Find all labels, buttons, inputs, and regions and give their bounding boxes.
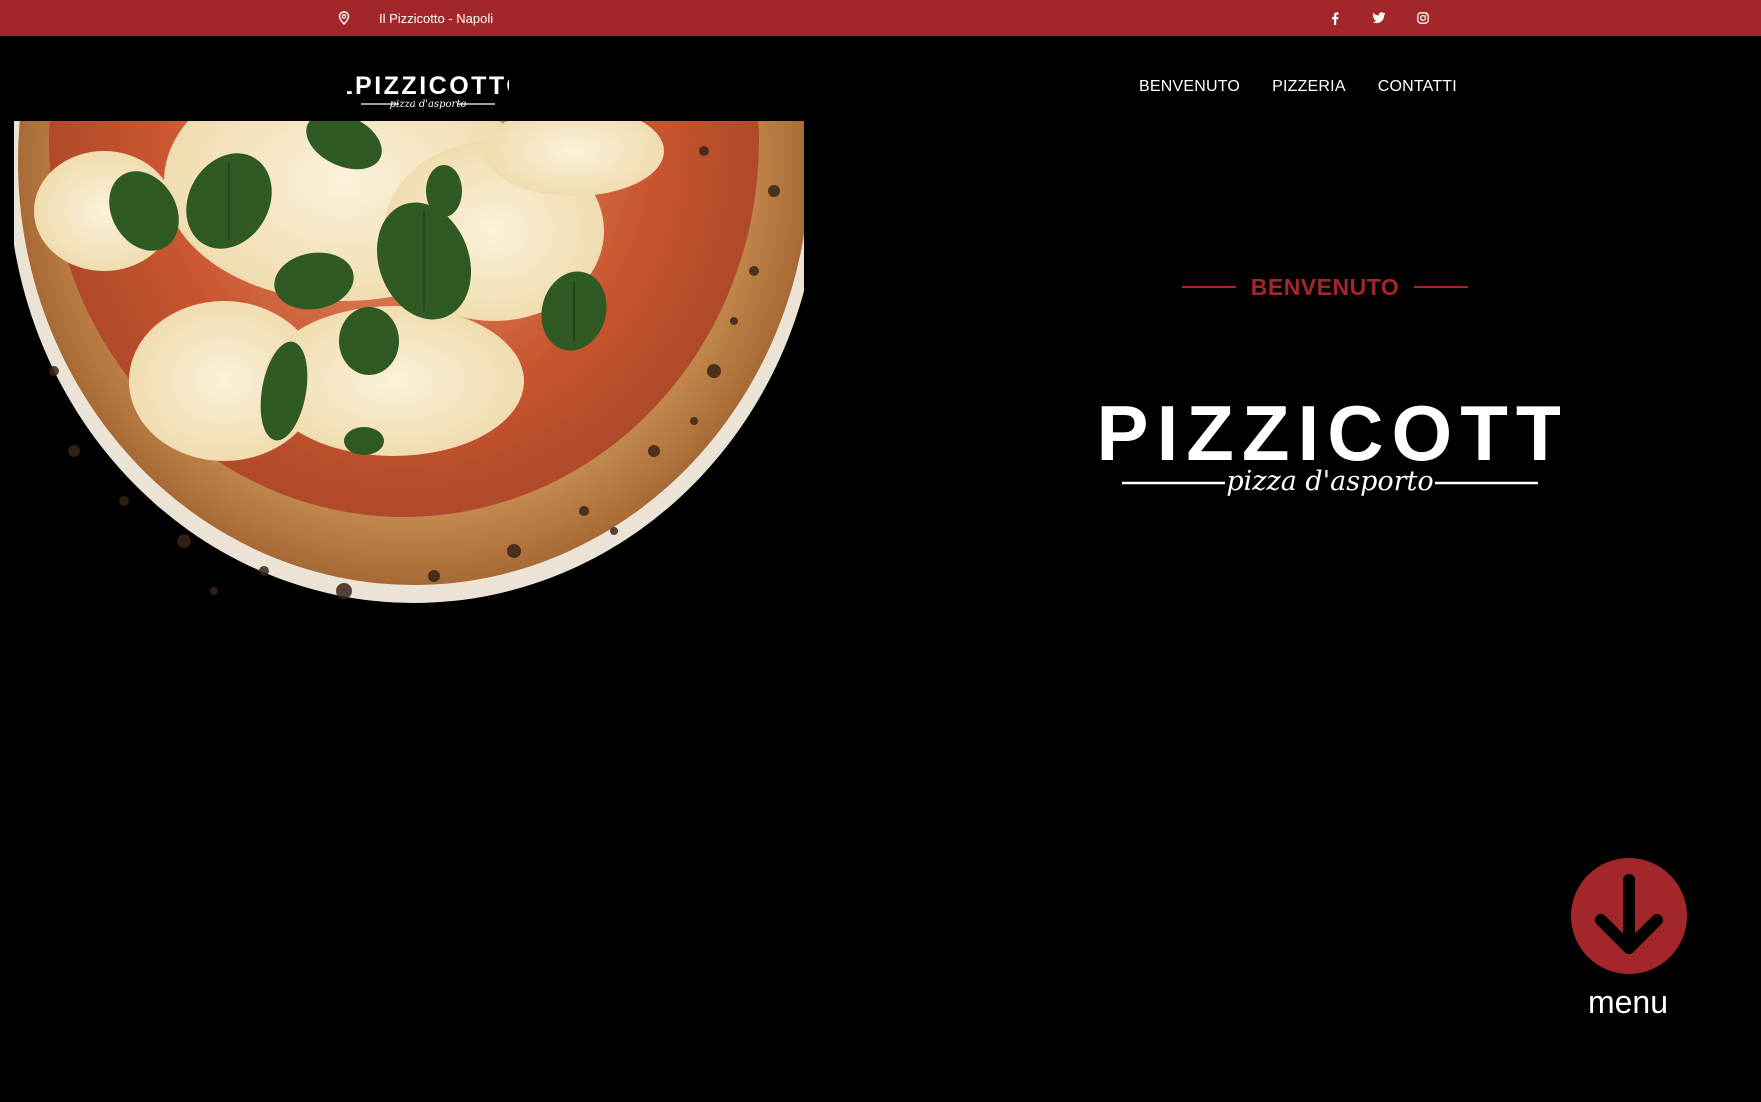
header-logo[interactable]: ILPIZZICOTTO pizza d'asporto	[328, 70, 526, 112]
main-nav: BENVENUTO PIZZERIA CONTATTI	[1139, 78, 1457, 96]
arrow-down-icon	[1595, 874, 1663, 954]
header-logo-tagline: pizza d'asporto	[390, 99, 467, 110]
header-logo-wordmark: ILPIZZICOTTO	[347, 72, 509, 100]
welcome-heading: BENVENUTO	[1180, 270, 1470, 304]
pizza-image	[14, 121, 814, 641]
hero-logo: ILPIZZICOTTO pizza d'asporto	[1011, 388, 1631, 503]
nav-item-benvenuto[interactable]: BENVENUTO	[1139, 78, 1240, 96]
social-links	[1326, 0, 1458, 36]
facebook-icon[interactable]	[1326, 9, 1344, 27]
map-pin-icon	[337, 11, 351, 25]
heading-line-left	[1181, 286, 1236, 288]
heading-line-right	[1414, 286, 1469, 288]
top-bar: Il Pizzicotto - Napoli	[0, 0, 1761, 36]
menu-circle[interactable]	[1571, 858, 1687, 974]
nav-item-contatti[interactable]: CONTATTI	[1378, 78, 1457, 96]
twitter-icon[interactable]	[1370, 9, 1388, 27]
hero-logo-tagline: pizza d'asporto	[1226, 466, 1433, 497]
nav-item-pizzeria[interactable]: PIZZERIA	[1272, 78, 1346, 96]
hero-logo-wordmark: ILPIZZICOTTO	[1090, 389, 1560, 477]
instagram-icon[interactable]	[1414, 9, 1432, 27]
welcome-text: BENVENUTO	[1250, 273, 1400, 300]
menu-label[interactable]: menu	[1568, 984, 1688, 1021]
location: Il Pizzicotto - Napoli	[337, 0, 493, 36]
menu-scroll-button[interactable]: menu	[1568, 856, 1688, 1026]
location-text: Il Pizzicotto - Napoli	[379, 10, 494, 26]
